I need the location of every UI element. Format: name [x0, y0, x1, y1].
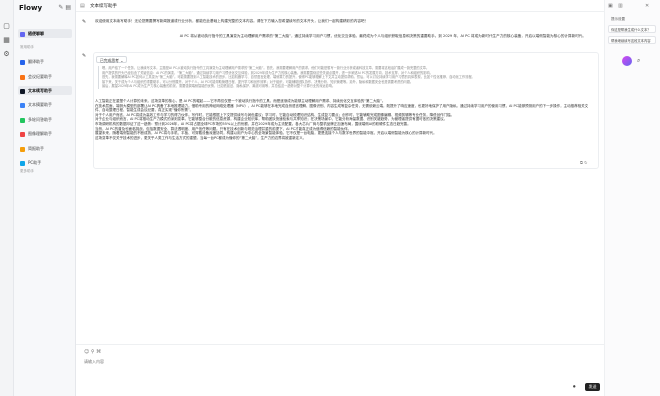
- sidebar-item-label: 随便聊聊: [28, 31, 44, 36]
- right-panel: [604, 0, 660, 396]
- answer-paragraph: 这场变革不仅关乎技术的进步，更关乎人类工作与生活方式的重塑。当每一台PC都成为懂…: [95, 135, 307, 140]
- pen-icon: [20, 88, 25, 94]
- conversation-title: 文本续写助手: [90, 4, 117, 9]
- refresh-icon[interactable]: ↻: [584, 160, 587, 165]
- prompt-suggestion[interactable]: 帮我继续续写这段文本内容: [608, 36, 656, 44]
- search-icon[interactable]: ⌕: [637, 57, 640, 65]
- translate-icon: [20, 59, 25, 65]
- grid-icon[interactable]: ▦: [3, 36, 11, 44]
- sidebar-item-summary[interactable]: 文本摘要助手: [18, 100, 72, 109]
- meeting-icon: [20, 74, 25, 80]
- sidebar-item-pc[interactable]: PC助手: [18, 158, 72, 167]
- sidebar-item-label: 多轮问答助手: [28, 117, 52, 122]
- sidebar-toggle-icon[interactable]: ▤: [80, 3, 85, 9]
- assistant-avatar-icon: ✎: [82, 19, 87, 25]
- qa-icon: [20, 117, 25, 123]
- icon-rail: ▢ ▦ ⚙: [0, 0, 14, 396]
- close-icon[interactable]: ✕: [645, 3, 649, 9]
- input-area: [76, 344, 604, 396]
- answer-paragraph: 在技术层面，端侧大模型的部署让AI PC具备了本地推理能力。借助专用的神经网络处…: [95, 103, 589, 113]
- brand-logo: Flowy: [19, 4, 43, 12]
- sidebar-item-label: 文本摘要助手: [28, 102, 52, 107]
- thinking-quote: 嗯，用户给了一个任务，让我续写文本，主题是AI PC从被动执行指令的工具演变为主…: [98, 66, 593, 89]
- emoji-icon[interactable]: ☺: [84, 349, 89, 355]
- user-message: AI PC 将从被动执行指令的工具演变为主动理解用户需求的“第二大脑”，通过持续…: [179, 34, 586, 38]
- chevron-down-icon: ⌄: [120, 58, 124, 63]
- welcome-message: 欢迎使用文本续写助手！无论您需要撰写新闻报道或行业分析，都能在此基础上构建完整的…: [95, 19, 369, 23]
- settings-icon[interactable]: ⚙: [3, 50, 11, 58]
- answer-body: 人工智能正在重塑个人计算的未来。这场变革的核心，是 AI PC的崛起——它不再仅…: [95, 99, 595, 140]
- tool-icon[interactable]: ⌘: [96, 349, 101, 355]
- sidebar-item-meeting[interactable]: 会议纪要助手: [18, 72, 72, 81]
- prompt-settings-label: 提示设置: [611, 17, 625, 21]
- sidebar-item-label: 文本续写助手: [28, 88, 52, 93]
- assistant-avatar-icon: ✎: [82, 53, 87, 59]
- chat-bubble-icon: [20, 31, 25, 37]
- brief-icon: [20, 146, 25, 152]
- sidebar-item-label: PC助手: [28, 160, 42, 165]
- layout-icon[interactable]: ▥: [618, 3, 623, 9]
- document-icon: [20, 102, 25, 108]
- thinking-status-label: 已完成思考: [100, 58, 119, 63]
- send-button[interactable]: 发送: [585, 383, 600, 391]
- prompt-suggestion[interactable]: 你这是帮我生成什么文本？: [608, 25, 656, 33]
- attach-icon[interactable]: ⚲: [91, 349, 95, 355]
- sidebar-item-label: 会议纪要助手: [28, 74, 52, 79]
- pc-icon: [20, 160, 25, 166]
- copy-icon[interactable]: ⧉: [580, 160, 583, 165]
- section-common-label: 常用助手: [20, 45, 34, 49]
- sidebar-item-recent[interactable]: 随便聊聊: [18, 29, 72, 38]
- section-more-label[interactable]: 更多助手: [20, 169, 34, 174]
- image-icon: [20, 131, 25, 137]
- input-tools: ☺ ⚲ ⌘: [84, 349, 101, 355]
- collapse-icon[interactable]: ▤: [65, 4, 71, 11]
- chat-icon[interactable]: ▢: [3, 22, 11, 30]
- new-chat-icon[interactable]: ✎: [58, 4, 63, 11]
- app-window: ▢ ▦ ⚙ Flowy ✎ ▤ 随便聊聊 常用助手 翻译助手 会议纪要助手 文本…: [0, 0, 660, 396]
- panel-icon[interactable]: ▣: [608, 3, 613, 9]
- sidebar-item-qa[interactable]: 多轮问答助手: [18, 115, 72, 124]
- topbar: ▤ 文本续写助手: [76, 0, 604, 12]
- sidebar-item-label: 翻译助手: [28, 59, 44, 64]
- sidebar-item-label: 图像理解助手: [28, 131, 52, 136]
- thinking-status-chip[interactable]: 已完成思考 ⌄: [96, 56, 128, 63]
- answer-actions: ⧉ ↻: [580, 160, 588, 165]
- sidebar-item-translate[interactable]: 翻译助手: [18, 57, 72, 66]
- sidebar-item-continue[interactable]: 文本续写助手: [18, 86, 72, 95]
- microphone-icon[interactable]: ⏺: [573, 384, 576, 390]
- message-input[interactable]: [84, 358, 384, 364]
- quote-line: 最后，展望2029年AI PC成为生产力核心装备的前景，需要强调端侧智能的优势，…: [102, 84, 336, 89]
- sidebar-item-brief[interactable]: 简报助手: [18, 144, 72, 153]
- assistant-logo-icon: [622, 56, 632, 66]
- sidebar-item-label: 简报助手: [28, 146, 44, 151]
- sidebar-item-image[interactable]: 图像理解助手: [18, 129, 72, 138]
- sidebar-tools: ✎ ▤: [58, 4, 71, 11]
